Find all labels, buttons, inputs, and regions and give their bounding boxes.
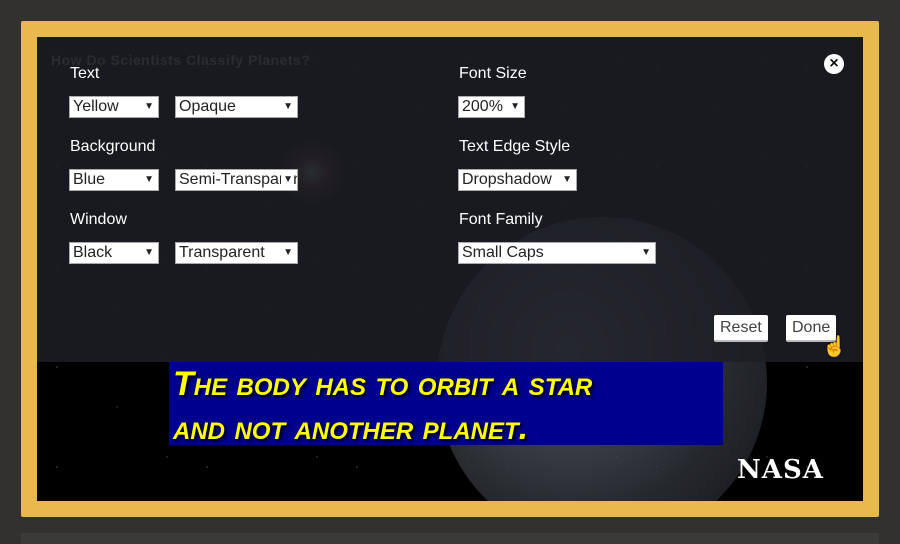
window-color-select[interactable]: Black ▼ bbox=[69, 242, 159, 264]
font-size-value: 200% bbox=[462, 98, 503, 115]
dropdown-arrow-icon: ▼ bbox=[560, 170, 572, 190]
dropdown-arrow-icon: ▼ bbox=[508, 97, 520, 117]
close-icon[interactable]: × bbox=[824, 54, 844, 74]
dropdown-arrow-icon: ▼ bbox=[281, 170, 293, 190]
reset-button[interactable]: Reset bbox=[714, 315, 768, 342]
font-size-label: Font Size bbox=[459, 65, 527, 82]
text-color-select[interactable]: Yellow ▼ bbox=[69, 96, 159, 118]
nasa-logo: NASA bbox=[737, 455, 824, 485]
window-opacity-select[interactable]: Transparent ▼ bbox=[175, 242, 298, 264]
caption-settings-panel: How Do Scientists Classify Planets? Text… bbox=[37, 37, 863, 362]
background-color-value: Blue bbox=[73, 171, 106, 188]
hand-cursor-icon: ☝ bbox=[822, 336, 847, 358]
dropdown-arrow-icon: ▼ bbox=[142, 243, 154, 263]
caption-line: and not another planet. bbox=[173, 409, 529, 447]
text-color-value: Yellow bbox=[73, 98, 119, 115]
caption-line: The body has to orbit a star bbox=[173, 365, 593, 403]
background-label: Background bbox=[70, 138, 156, 155]
font-size-select[interactable]: 200% ▼ bbox=[458, 96, 525, 118]
caption-preview: The body has to orbit a star and not ano… bbox=[169, 362, 723, 447]
dropdown-arrow-icon: ▼ bbox=[142, 97, 154, 117]
edge-style-label: Text Edge Style bbox=[459, 138, 571, 155]
below-player-bar bbox=[21, 533, 879, 544]
background-color-select[interactable]: Blue ▼ bbox=[69, 169, 159, 191]
window-color-value: Black bbox=[73, 244, 113, 261]
dropdown-arrow-icon: ▼ bbox=[281, 243, 293, 263]
window-opacity-value: Transparent bbox=[179, 244, 265, 261]
window-label: Window bbox=[70, 211, 127, 228]
font-family-value: Small Caps bbox=[462, 244, 544, 261]
edge-style-select[interactable]: Dropshadow ▼ bbox=[458, 169, 577, 191]
text-opacity-value: Opaque bbox=[179, 98, 236, 115]
dropdown-arrow-icon: ▼ bbox=[281, 97, 293, 117]
font-family-select[interactable]: Small Caps ▼ bbox=[458, 242, 656, 264]
text-opacity-select[interactable]: Opaque ▼ bbox=[175, 96, 298, 118]
video-player[interactable]: How Do Scientists Classify Planets? Text… bbox=[37, 37, 863, 501]
dropdown-arrow-icon: ▼ bbox=[639, 243, 651, 263]
dropdown-arrow-icon: ▼ bbox=[142, 170, 154, 190]
text-label: Text bbox=[70, 65, 100, 82]
background-opacity-select[interactable]: Semi-Transparent ▼ bbox=[175, 169, 298, 191]
font-family-label: Font Family bbox=[459, 211, 543, 228]
edge-style-value: Dropshadow bbox=[462, 171, 552, 188]
